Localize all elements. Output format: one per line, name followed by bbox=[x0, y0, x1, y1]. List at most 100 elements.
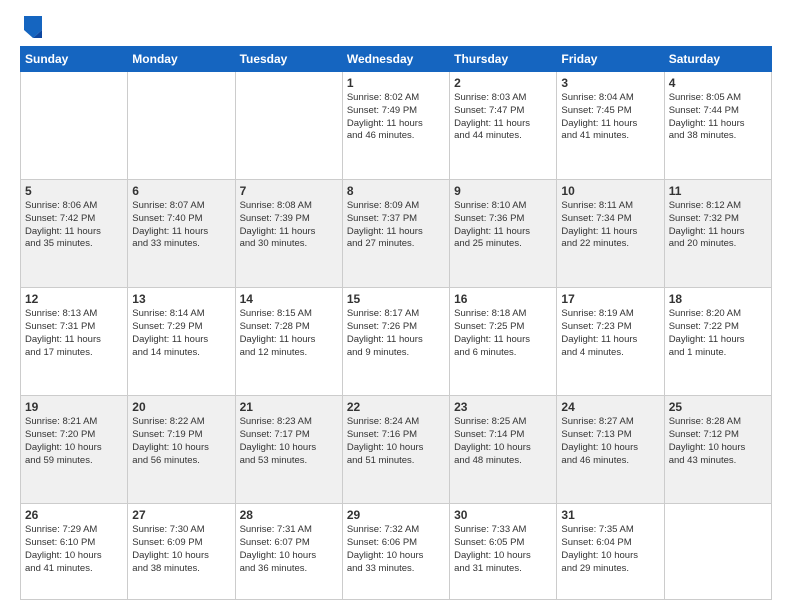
calendar-cell: 2 Sunrise: 8:03 AM Sunset: 7:47 PM Daylig… bbox=[450, 72, 557, 180]
calendar-cell: 12 Sunrise: 8:13 AM Sunset: 7:31 PM Dayli… bbox=[21, 288, 128, 396]
day-info: Sunrise: 7:29 AM Sunset: 6:10 PM Dayligh… bbox=[25, 524, 123, 575]
day-info: Sunrise: 8:20 AM Sunset: 7:22 PM Dayligh… bbox=[669, 308, 767, 359]
day-number: 14 bbox=[240, 292, 338, 306]
day-info: Sunrise: 8:27 AM Sunset: 7:13 PM Dayligh… bbox=[561, 416, 659, 467]
day-info: Sunrise: 8:02 AM Sunset: 7:49 PM Dayligh… bbox=[347, 92, 445, 143]
day-number: 1 bbox=[347, 76, 445, 90]
calendar-cell bbox=[235, 72, 342, 180]
day-info: Sunrise: 7:33 AM Sunset: 6:05 PM Dayligh… bbox=[454, 524, 552, 575]
day-info: Sunrise: 8:23 AM Sunset: 7:17 PM Dayligh… bbox=[240, 416, 338, 467]
calendar-cell: 19 Sunrise: 8:21 AM Sunset: 7:20 PM Dayli… bbox=[21, 396, 128, 504]
calendar-cell: 17Sunrise: 8:19 AM Sunset: 7:23 PM Dayli… bbox=[557, 288, 664, 396]
day-info: Sunrise: 8:14 AM Sunset: 7:29 PM Dayligh… bbox=[132, 308, 230, 359]
day-number: 12 bbox=[25, 292, 123, 306]
logo-icon bbox=[24, 16, 42, 38]
day-number: 22 bbox=[347, 400, 445, 414]
day-info: Sunrise: 8:05 AM Sunset: 7:44 PM Dayligh… bbox=[669, 92, 767, 143]
calendar-cell bbox=[21, 72, 128, 180]
day-info: Sunrise: 8:18 AM Sunset: 7:25 PM Dayligh… bbox=[454, 308, 552, 359]
day-number: 18 bbox=[669, 292, 767, 306]
weekday-header-monday: Monday bbox=[128, 47, 235, 72]
calendar-body: 1 Sunrise: 8:02 AM Sunset: 7:49 PM Daylig… bbox=[21, 72, 772, 600]
calendar-cell: 16 Sunrise: 8:18 AM Sunset: 7:25 PM Dayli… bbox=[450, 288, 557, 396]
calendar-cell: 4 Sunrise: 8:05 AM Sunset: 7:44 PM Daylig… bbox=[664, 72, 771, 180]
calendar-cell: 24 Sunrise: 8:27 AM Sunset: 7:13 PM Dayli… bbox=[557, 396, 664, 504]
day-number: 21 bbox=[240, 400, 338, 414]
calendar-cell: 31Sunrise: 7:35 AM Sunset: 6:04 PM Dayli… bbox=[557, 504, 664, 600]
calendar-cell: 20Sunrise: 8:22 AM Sunset: 7:19 PM Dayli… bbox=[128, 396, 235, 504]
calendar-cell bbox=[128, 72, 235, 180]
day-number: 16 bbox=[454, 292, 552, 306]
day-number: 8 bbox=[347, 184, 445, 198]
day-info: Sunrise: 8:04 AM Sunset: 7:45 PM Dayligh… bbox=[561, 92, 659, 143]
day-info: Sunrise: 7:32 AM Sunset: 6:06 PM Dayligh… bbox=[347, 524, 445, 575]
day-number: 25 bbox=[669, 400, 767, 414]
calendar-table: SundayMondayTuesdayWednesdayThursdayFrid… bbox=[20, 46, 772, 600]
calendar-cell: 6 Sunrise: 8:07 AM Sunset: 7:40 PM Daylig… bbox=[128, 180, 235, 288]
calendar-week-4: 26 Sunrise: 7:29 AM Sunset: 6:10 PM Dayli… bbox=[21, 504, 772, 600]
calendar-cell: 1 Sunrise: 8:02 AM Sunset: 7:49 PM Daylig… bbox=[342, 72, 449, 180]
day-number: 10 bbox=[561, 184, 659, 198]
calendar-cell: 15Sunrise: 8:17 AM Sunset: 7:26 PM Dayli… bbox=[342, 288, 449, 396]
day-info: Sunrise: 8:15 AM Sunset: 7:28 PM Dayligh… bbox=[240, 308, 338, 359]
day-info: Sunrise: 8:21 AM Sunset: 7:20 PM Dayligh… bbox=[25, 416, 123, 467]
day-info: Sunrise: 8:11 AM Sunset: 7:34 PM Dayligh… bbox=[561, 200, 659, 251]
day-info: Sunrise: 8:17 AM Sunset: 7:26 PM Dayligh… bbox=[347, 308, 445, 359]
day-number: 26 bbox=[25, 508, 123, 522]
day-info: Sunrise: 8:07 AM Sunset: 7:40 PM Dayligh… bbox=[132, 200, 230, 251]
day-number: 6 bbox=[132, 184, 230, 198]
calendar-cell bbox=[664, 504, 771, 600]
calendar-cell: 10 Sunrise: 8:11 AM Sunset: 7:34 PM Dayli… bbox=[557, 180, 664, 288]
calendar-cell: 25 Sunrise: 8:28 AM Sunset: 7:12 PM Dayli… bbox=[664, 396, 771, 504]
calendar-cell: 18 Sunrise: 8:20 AM Sunset: 7:22 PM Dayli… bbox=[664, 288, 771, 396]
calendar-cell: 30 Sunrise: 7:33 AM Sunset: 6:05 PM Dayli… bbox=[450, 504, 557, 600]
day-number: 5 bbox=[25, 184, 123, 198]
day-number: 24 bbox=[561, 400, 659, 414]
day-info: Sunrise: 8:09 AM Sunset: 7:37 PM Dayligh… bbox=[347, 200, 445, 251]
calendar-cell: 14 Sunrise: 8:15 AM Sunset: 7:28 PM Dayli… bbox=[235, 288, 342, 396]
logo bbox=[20, 16, 42, 38]
day-info: Sunrise: 8:13 AM Sunset: 7:31 PM Dayligh… bbox=[25, 308, 123, 359]
day-info: Sunrise: 8:28 AM Sunset: 7:12 PM Dayligh… bbox=[669, 416, 767, 467]
calendar-cell: 28 Sunrise: 7:31 AM Sunset: 6:07 PM Dayli… bbox=[235, 504, 342, 600]
day-number: 30 bbox=[454, 508, 552, 522]
weekday-header-row: SundayMondayTuesdayWednesdayThursdayFrid… bbox=[21, 47, 772, 72]
calendar-cell: 27 Sunrise: 7:30 AM Sunset: 6:09 PM Dayli… bbox=[128, 504, 235, 600]
weekday-header-saturday: Saturday bbox=[664, 47, 771, 72]
calendar-week-0: 1 Sunrise: 8:02 AM Sunset: 7:49 PM Daylig… bbox=[21, 72, 772, 180]
calendar-week-2: 12 Sunrise: 8:13 AM Sunset: 7:31 PM Dayli… bbox=[21, 288, 772, 396]
day-info: Sunrise: 7:30 AM Sunset: 6:09 PM Dayligh… bbox=[132, 524, 230, 575]
day-number: 27 bbox=[132, 508, 230, 522]
day-number: 9 bbox=[454, 184, 552, 198]
day-info: Sunrise: 7:31 AM Sunset: 6:07 PM Dayligh… bbox=[240, 524, 338, 575]
page: SundayMondayTuesdayWednesdayThursdayFrid… bbox=[0, 0, 792, 612]
day-number: 20 bbox=[132, 400, 230, 414]
day-info: Sunrise: 7:35 AM Sunset: 6:04 PM Dayligh… bbox=[561, 524, 659, 575]
day-number: 13 bbox=[132, 292, 230, 306]
calendar-cell: 29 Sunrise: 7:32 AM Sunset: 6:06 PM Dayli… bbox=[342, 504, 449, 600]
calendar-cell: 26 Sunrise: 7:29 AM Sunset: 6:10 PM Dayli… bbox=[21, 504, 128, 600]
day-info: Sunrise: 8:03 AM Sunset: 7:47 PM Dayligh… bbox=[454, 92, 552, 143]
day-info: Sunrise: 8:08 AM Sunset: 7:39 PM Dayligh… bbox=[240, 200, 338, 251]
calendar-cell: 21 Sunrise: 8:23 AM Sunset: 7:17 PM Dayli… bbox=[235, 396, 342, 504]
calendar-cell: 5 Sunrise: 8:06 AM Sunset: 7:42 PM Daylig… bbox=[21, 180, 128, 288]
day-number: 28 bbox=[240, 508, 338, 522]
weekday-header-friday: Friday bbox=[557, 47, 664, 72]
calendar-cell: 7Sunrise: 8:08 AM Sunset: 7:39 PM Daylig… bbox=[235, 180, 342, 288]
calendar-cell: 9Sunrise: 8:10 AM Sunset: 7:36 PM Daylig… bbox=[450, 180, 557, 288]
calendar-cell: 3 Sunrise: 8:04 AM Sunset: 7:45 PM Daylig… bbox=[557, 72, 664, 180]
calendar-week-1: 5 Sunrise: 8:06 AM Sunset: 7:42 PM Daylig… bbox=[21, 180, 772, 288]
day-number: 3 bbox=[561, 76, 659, 90]
weekday-header-sunday: Sunday bbox=[21, 47, 128, 72]
calendar-cell: 23Sunrise: 8:25 AM Sunset: 7:14 PM Dayli… bbox=[450, 396, 557, 504]
weekday-header-wednesday: Wednesday bbox=[342, 47, 449, 72]
day-info: Sunrise: 8:19 AM Sunset: 7:23 PM Dayligh… bbox=[561, 308, 659, 359]
day-number: 4 bbox=[669, 76, 767, 90]
calendar-cell: 11Sunrise: 8:12 AM Sunset: 7:32 PM Dayli… bbox=[664, 180, 771, 288]
day-number: 23 bbox=[454, 400, 552, 414]
calendar-cell: 22Sunrise: 8:24 AM Sunset: 7:16 PM Dayli… bbox=[342, 396, 449, 504]
day-number: 2 bbox=[454, 76, 552, 90]
day-number: 19 bbox=[25, 400, 123, 414]
day-number: 29 bbox=[347, 508, 445, 522]
day-info: Sunrise: 8:06 AM Sunset: 7:42 PM Dayligh… bbox=[25, 200, 123, 251]
